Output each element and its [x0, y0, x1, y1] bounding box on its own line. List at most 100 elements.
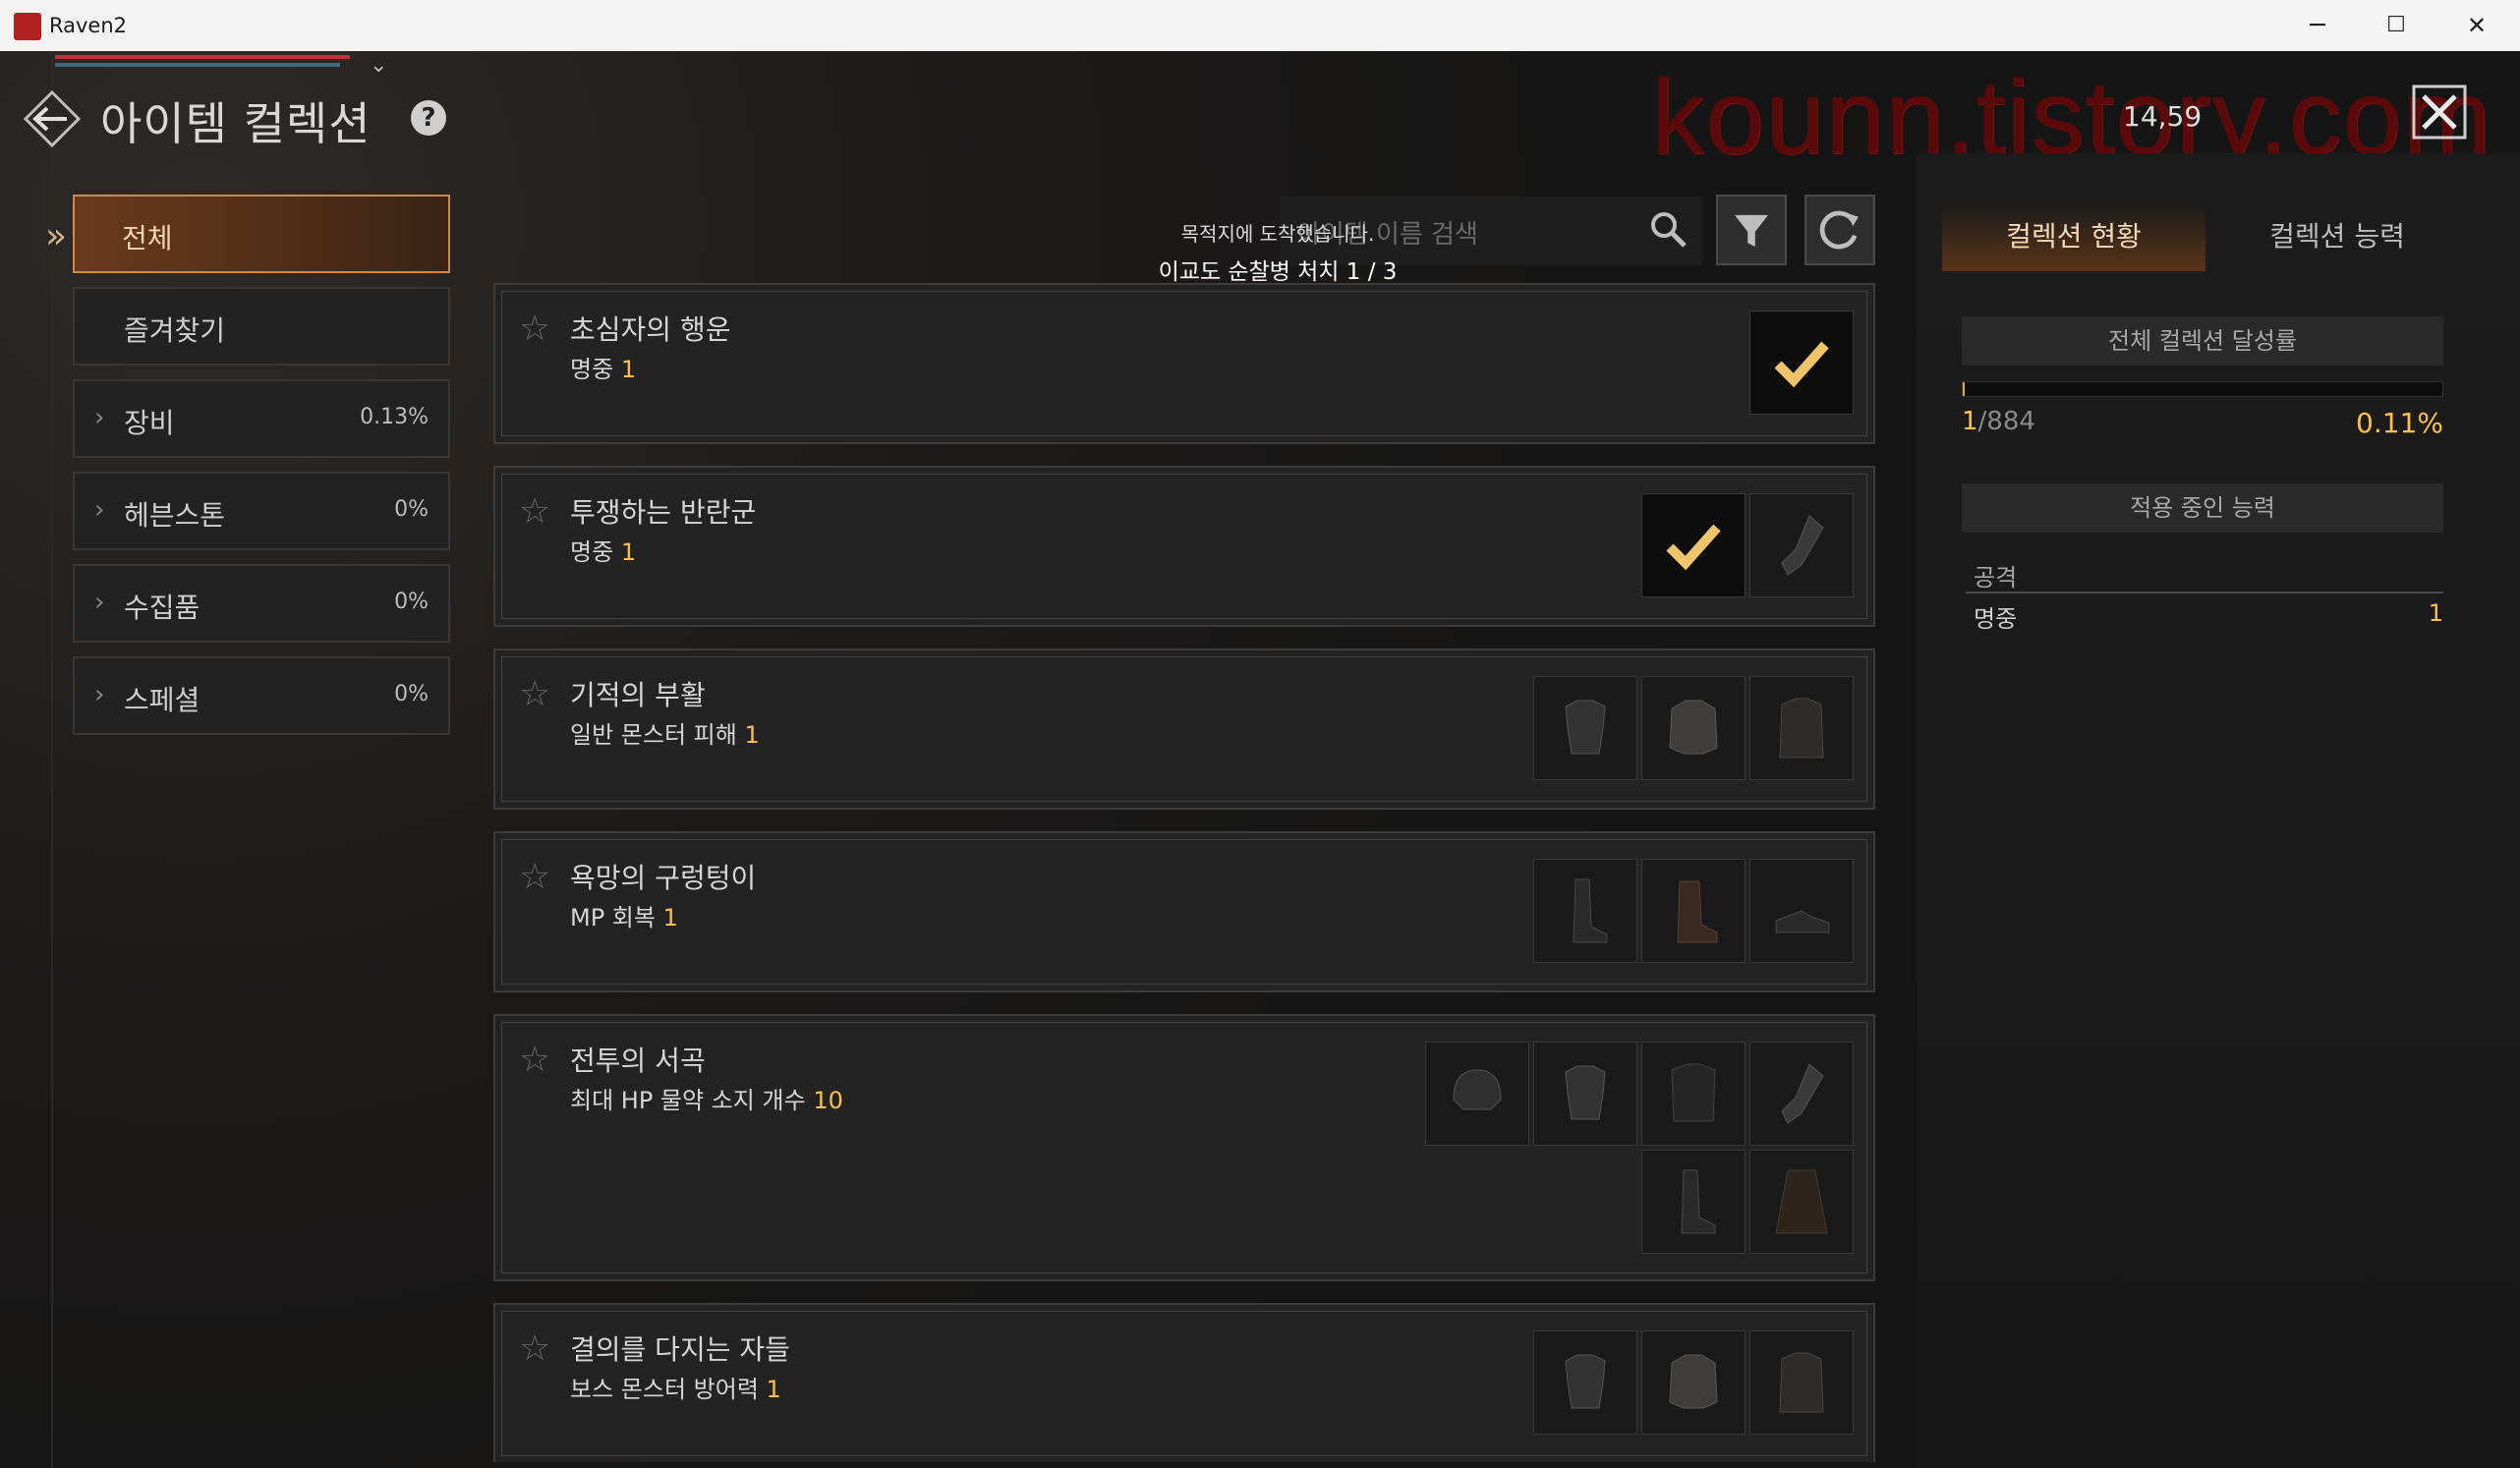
nav-item-collectibles[interactable]: › 수집품 0% — [73, 564, 450, 643]
quest-toast: 목적지에 도착했습니다. 이교도 순찰병 처치 1 / 3 — [1032, 218, 1523, 286]
mp-bar — [55, 63, 340, 67]
page-title: 아이템 컬렉션 — [100, 97, 372, 150]
collection-card[interactable]: ☆ 투쟁하는 반란군 명중 1 — [493, 466, 1875, 627]
tab-collection-status[interactable]: 컬렉션 현황 — [1942, 202, 2205, 271]
selected-arrow-icon: » — [45, 216, 68, 256]
overall-progress-label: 전체 컬렉션 달성률 — [1962, 316, 2443, 366]
favorite-star-icon[interactable]: ☆ — [519, 857, 550, 897]
collection-card[interactable]: ☆ 기적의 부활 일반 몬스터 피해 1 — [493, 649, 1875, 810]
item-slot[interactable] — [1641, 859, 1746, 963]
item-slot[interactable] — [1641, 1150, 1746, 1254]
collection-name: 전투의 서곡 — [570, 1045, 706, 1077]
chevron-right-icon: › — [94, 495, 105, 525]
armor-icon — [1565, 1065, 1606, 1120]
item-slot[interactable] — [1749, 1330, 1854, 1435]
collection-list[interactable]: ☆ 초심자의 행운 명중 1 ☆ 투쟁하는 반란군 명중 1 ☆ 기적의 부활 … — [493, 283, 1877, 1462]
toast-message: 목적지에 도착했습니다. — [1180, 222, 1375, 246]
filter-button[interactable] — [1716, 195, 1787, 265]
nav-item-favorites[interactable]: 즐겨찾기 — [73, 287, 450, 366]
collection-stat: 명중 1 — [570, 538, 637, 566]
ability-value: 1 — [2428, 599, 2443, 627]
item-slot[interactable] — [1641, 676, 1746, 780]
shoes-icon — [1775, 910, 1830, 933]
collection-name: 초심자의 행운 — [570, 313, 731, 346]
item-slot[interactable] — [1533, 859, 1637, 963]
collection-name: 욕망의 구렁텅이 — [570, 862, 757, 894]
coat-icon — [1779, 1352, 1824, 1413]
favorite-star-icon[interactable]: ☆ — [519, 1328, 550, 1369]
tab-collection-ability[interactable]: 컬렉션 능력 — [2205, 202, 2469, 271]
collection-card[interactable]: ☆ 결의를 다지는 자들 보스 몬스터 방어력 1 — [493, 1303, 1875, 1462]
item-slot-completed[interactable] — [1749, 311, 1854, 415]
refresh-button[interactable] — [1804, 195, 1875, 265]
nav-label: 헤븐스톤 — [124, 499, 226, 532]
favorite-star-icon[interactable]: ☆ — [519, 674, 550, 714]
back-icon[interactable] — [22, 88, 83, 149]
favorite-star-icon[interactable]: ☆ — [519, 1040, 550, 1080]
nav-label: 전체 — [122, 222, 173, 254]
helmet-icon — [1453, 1069, 1502, 1110]
item-slot[interactable] — [1749, 1042, 1854, 1146]
collection-card[interactable]: ☆ 전투의 서곡 최대 HP 물약 소지 개수 10 — [493, 1014, 1875, 1281]
close-window-button[interactable]: ✕ — [2437, 0, 2516, 51]
item-slot[interactable] — [1749, 1150, 1854, 1254]
close-panel-icon[interactable] — [2410, 83, 2469, 141]
brown-boots-icon — [1677, 880, 1718, 943]
ability-name: 명중 — [1974, 605, 2018, 633]
nav-item-heavenstone[interactable]: › 헤븐스톤 0% — [73, 472, 450, 550]
item-slot[interactable] — [1749, 859, 1854, 963]
collection-name: 기적의 부활 — [570, 679, 706, 711]
currency-amount: 14,59 — [2123, 100, 2203, 133]
item-slot[interactable] — [1533, 1042, 1637, 1146]
game-area: ⌄ 아이템 컬렉션 ? kounn.tistory.com 14,59 » 전체… — [0, 51, 2520, 1468]
maximize-button[interactable]: ☐ — [2357, 0, 2435, 51]
collection-stat: MP 회복 1 — [570, 904, 678, 932]
minimize-button[interactable]: ─ — [2278, 0, 2357, 51]
applied-ability-label: 적용 중인 능력 — [1962, 483, 2443, 533]
nav-label: 장비 — [124, 407, 175, 439]
nav-percent: 0% — [394, 497, 429, 522]
nav-item-equipment[interactable]: › 장비 0.13% — [73, 379, 450, 458]
help-icon[interactable]: ? — [411, 100, 446, 136]
progress-percent: 0.11% — [2356, 407, 2443, 439]
dark-armor-icon — [1671, 1063, 1716, 1122]
item-slot[interactable] — [1533, 1330, 1637, 1435]
armor-icon — [1565, 1354, 1606, 1409]
collection-status-panel: 컬렉션 현황 컬렉션 능력 전체 컬렉션 달성률 1/884 0.11% 적용 … — [1917, 153, 2520, 1468]
item-slot[interactable] — [1425, 1042, 1529, 1146]
collection-stat: 보스 몬스터 방어력 1 — [570, 1376, 781, 1403]
progress-count: 1/884 — [1962, 407, 2035, 436]
favorite-star-icon[interactable]: ☆ — [519, 491, 550, 532]
nav-item-all[interactable]: » 전체 — [45, 195, 450, 273]
item-slot[interactable] — [1641, 1042, 1746, 1146]
divider — [1966, 592, 2443, 593]
collection-card[interactable]: ☆ 초심자의 행운 명중 1 — [493, 283, 1875, 444]
collection-card[interactable]: ☆ 욕망의 구렁텅이 MP 회복 1 — [493, 831, 1875, 992]
boots-icon — [1681, 1169, 1716, 1234]
chevron-right-icon: › — [94, 680, 105, 709]
item-slot[interactable] — [1749, 676, 1854, 780]
item-slot[interactable] — [1533, 676, 1637, 780]
favorite-star-icon[interactable]: ☆ — [519, 309, 550, 349]
toast-quest-progress: 이교도 순찰병 처치 1 / 3 — [1158, 259, 1398, 285]
search-icon[interactable] — [1647, 208, 1689, 250]
hp-bar — [55, 55, 350, 59]
armor-icon — [1565, 700, 1606, 755]
nav-item-special[interactable]: › 스페셜 0% — [73, 656, 450, 735]
gauntlet-icon — [1781, 515, 1824, 576]
check-icon — [1774, 341, 1829, 388]
refresh-icon — [1819, 210, 1859, 250]
nav-label: 수집품 — [124, 592, 200, 624]
chevron-right-icon: › — [94, 588, 105, 617]
expand-chevron-icon[interactable]: ⌄ — [370, 53, 387, 78]
nav-label: 즐겨찾기 — [124, 314, 226, 347]
overall-progress-bar — [1962, 381, 2443, 397]
check-icon — [1666, 524, 1721, 571]
chevron-right-icon: › — [94, 403, 105, 432]
window-titlebar: Raven2 ─ ☐ ✕ — [0, 0, 2520, 52]
nav-percent: 0% — [394, 590, 429, 614]
nav-percent: 0% — [394, 682, 429, 706]
item-slot[interactable] — [1749, 493, 1854, 597]
item-slot-completed[interactable] — [1641, 493, 1746, 597]
item-slot[interactable] — [1641, 1330, 1746, 1435]
